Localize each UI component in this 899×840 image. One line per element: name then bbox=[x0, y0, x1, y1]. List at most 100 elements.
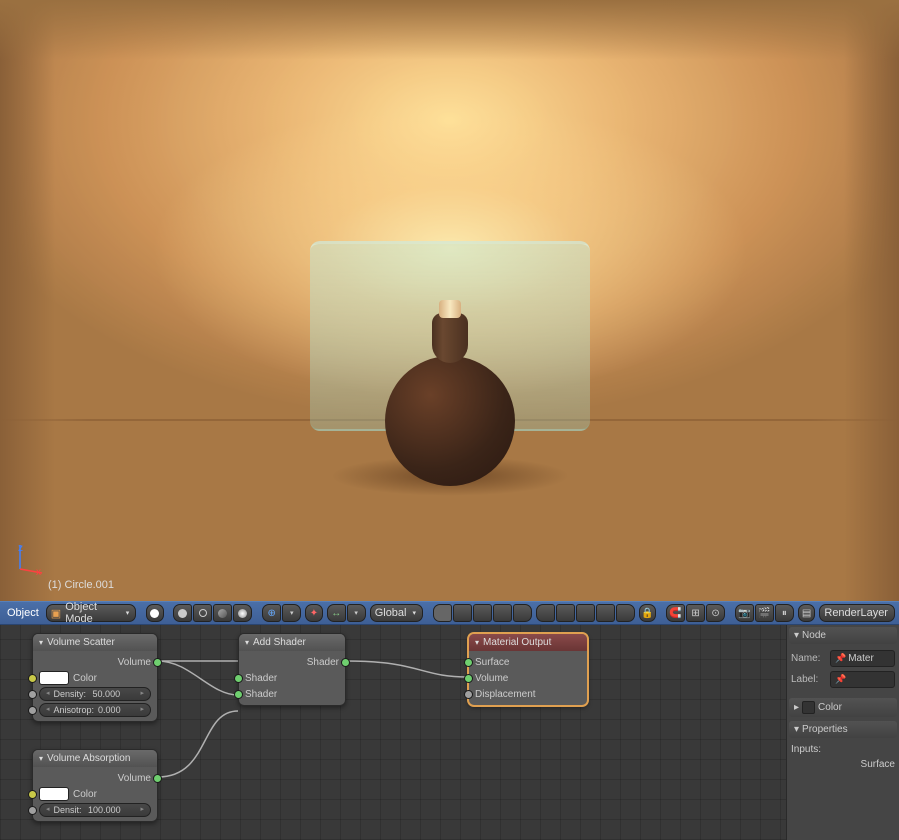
inputs-label: Inputs: bbox=[791, 744, 821, 755]
pivot-dropdown[interactable]: ▾ bbox=[282, 604, 301, 622]
chevron-down-icon: ▾ bbox=[126, 609, 130, 617]
socket-in-density[interactable] bbox=[28, 806, 37, 815]
object-name-overlay: (1) Circle.001 bbox=[48, 579, 114, 591]
chevron-down-icon: ▾ bbox=[412, 609, 416, 617]
snap-target[interactable]: ⊙ bbox=[706, 604, 725, 622]
node-volume-scatter[interactable]: ▾ Volume Scatter Volume Color Density: 5… bbox=[32, 633, 158, 722]
surface-label: Surface bbox=[861, 759, 895, 770]
layers-icon: ▤ bbox=[802, 608, 811, 619]
render-preview bbox=[0, 0, 899, 601]
socket-label: Shader bbox=[245, 689, 277, 700]
panel-header-properties[interactable]: ▾Properties bbox=[789, 721, 897, 738]
layer-5[interactable] bbox=[513, 604, 532, 622]
socket-out-shader[interactable] bbox=[341, 658, 350, 667]
color-checkbox[interactable] bbox=[802, 701, 815, 714]
chevron-down-icon: ▾ bbox=[794, 724, 799, 735]
cube-icon: ▣ bbox=[51, 607, 61, 620]
name-input[interactable]: 📌Mater bbox=[830, 650, 895, 667]
renderlayer-icon[interactable]: ▤ bbox=[798, 604, 815, 622]
layer-1[interactable] bbox=[433, 604, 452, 622]
shading-render-button[interactable] bbox=[233, 604, 252, 622]
socket-in-density[interactable] bbox=[28, 690, 37, 699]
axis-icon: ✦ bbox=[310, 608, 318, 619]
socket-in-color[interactable] bbox=[28, 790, 37, 799]
node-add-shader[interactable]: ▾ Add Shader Shader Shader Shader bbox=[238, 633, 346, 706]
label-input[interactable]: 📌 bbox=[830, 671, 895, 688]
clapperboard-icon: 🎬 bbox=[758, 608, 770, 619]
node-title: Volume Absorption bbox=[47, 753, 130, 764]
pivot-icon: ⊕ bbox=[268, 608, 276, 619]
collapse-icon[interactable]: ▾ bbox=[475, 638, 479, 647]
collapse-icon[interactable]: ▾ bbox=[39, 754, 43, 763]
snap-type[interactable]: ⊞ bbox=[686, 604, 705, 622]
lock-icon: 🔒 bbox=[641, 608, 653, 619]
socket-in-color[interactable] bbox=[28, 674, 37, 683]
chevron-down-icon: ▾ bbox=[794, 630, 799, 641]
target-icon: ⊙ bbox=[711, 608, 719, 619]
manip-dropdown[interactable]: ▾ bbox=[347, 604, 366, 622]
socket-out-volume[interactable] bbox=[153, 658, 162, 667]
manip-translate[interactable]: ↔ bbox=[327, 604, 346, 622]
node-header[interactable]: ▾ Volume Scatter bbox=[33, 634, 157, 651]
lock-layers[interactable]: 🔒 bbox=[639, 604, 656, 622]
pivot-button[interactable]: ⊕ bbox=[262, 604, 281, 622]
layer-2[interactable] bbox=[453, 604, 472, 622]
manipulator-toggle[interactable]: ✦ bbox=[305, 604, 322, 622]
viewport-header: Object ▣ Object Mode ▾ ⊕ ▾ ✦ ↔ ▾ Global … bbox=[0, 601, 899, 625]
render-anim-button[interactable]: 🎬 bbox=[755, 604, 774, 622]
editor-type-label: Object bbox=[4, 607, 42, 619]
node-title: Material Output bbox=[483, 637, 551, 648]
panel-header-color[interactable]: ▸Color bbox=[789, 698, 897, 717]
pin-icon: 📌 bbox=[835, 653, 846, 664]
layer-10[interactable] bbox=[616, 604, 635, 622]
layer-3[interactable] bbox=[473, 604, 492, 622]
socket-in-shader2[interactable] bbox=[234, 690, 243, 699]
color-swatch[interactable] bbox=[39, 671, 69, 685]
layer-8[interactable] bbox=[576, 604, 595, 622]
node-header[interactable]: ▾ Volume Absorption bbox=[33, 750, 157, 767]
node-volume-absorption[interactable]: ▾ Volume Absorption Volume Color Densit:… bbox=[32, 749, 158, 822]
anisotropy-field[interactable]: Anisotrop:0.000 bbox=[39, 703, 151, 717]
panel-header-node[interactable]: ▾Node bbox=[789, 627, 897, 644]
socket-in-surface[interactable] bbox=[464, 658, 473, 667]
socket-out-volume[interactable] bbox=[153, 774, 162, 783]
render-pause-button[interactable]: ⏸ bbox=[775, 604, 794, 622]
renderlayer-dropdown[interactable]: RenderLayer bbox=[819, 604, 895, 622]
socket-label: Surface bbox=[475, 657, 509, 668]
socket-label: Color bbox=[73, 673, 97, 684]
layer-6[interactable] bbox=[536, 604, 555, 622]
shading-tex-button[interactable] bbox=[213, 604, 232, 622]
camera-icon: 📷 bbox=[738, 608, 750, 619]
collapse-icon[interactable]: ▾ bbox=[245, 638, 249, 647]
layer-7[interactable] bbox=[556, 604, 575, 622]
orientation-dropdown[interactable]: Global ▾ bbox=[370, 604, 423, 622]
layer-9[interactable] bbox=[596, 604, 615, 622]
density-field[interactable]: Densit: 100.000 bbox=[39, 803, 151, 817]
node-header[interactable]: ▾ Add Shader bbox=[239, 634, 345, 651]
socket-in-volume[interactable] bbox=[464, 674, 473, 683]
socket-in-displacement[interactable] bbox=[464, 690, 473, 699]
shading-wire-button[interactable] bbox=[193, 604, 212, 622]
collapse-icon[interactable]: ▾ bbox=[39, 638, 43, 647]
display-mode-button[interactable] bbox=[146, 604, 163, 622]
snap-toggle[interactable]: 🧲 bbox=[666, 604, 685, 622]
label-label: Label: bbox=[791, 674, 827, 685]
layer-4[interactable] bbox=[493, 604, 512, 622]
socket-in-shader1[interactable] bbox=[234, 674, 243, 683]
socket-label: Displacement bbox=[475, 689, 536, 700]
magnet-icon: 🧲 bbox=[669, 608, 681, 619]
socket-label: Shader bbox=[245, 673, 277, 684]
node-material-output[interactable]: ▾ Material Output Surface Volume Displac… bbox=[468, 633, 588, 706]
shading-solid-button[interactable] bbox=[173, 604, 192, 622]
density-field[interactable]: Density: 50.000 bbox=[39, 687, 151, 701]
socket-label: Volume bbox=[118, 657, 151, 668]
socket-in-anisotropy[interactable] bbox=[28, 706, 37, 715]
grid-icon: ⊞ bbox=[691, 608, 699, 619]
mode-dropdown[interactable]: ▣ Object Mode ▾ bbox=[46, 604, 137, 622]
node-editor[interactable]: ▾ Volume Scatter Volume Color Density: 5… bbox=[0, 625, 899, 840]
render-image-button[interactable]: 📷 bbox=[735, 604, 754, 622]
node-header[interactable]: ▾ Material Output bbox=[469, 634, 587, 651]
name-label: Name: bbox=[791, 653, 827, 664]
viewport-3d[interactable]: z x (1) Circle.001 bbox=[0, 0, 899, 601]
color-swatch[interactable] bbox=[39, 787, 69, 801]
